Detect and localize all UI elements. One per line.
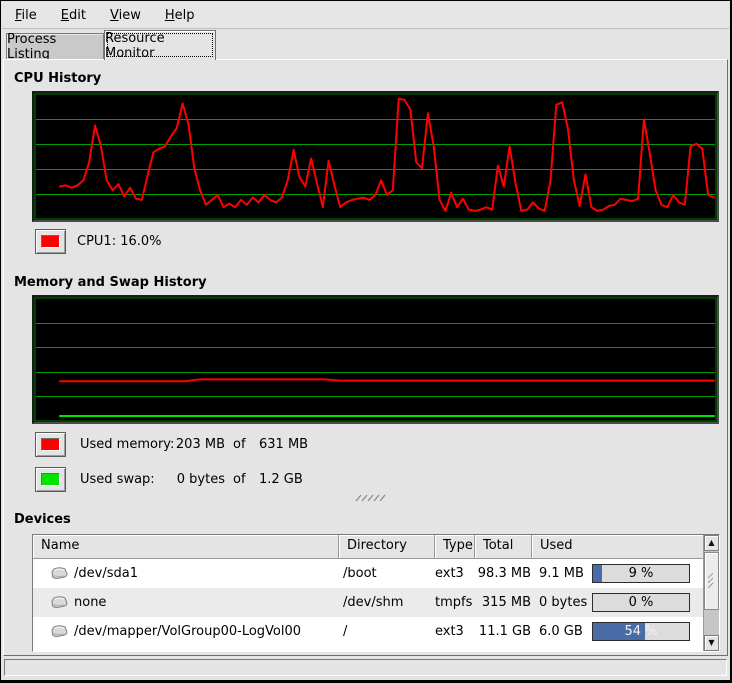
device-name: /dev/mapper/VolGroup00-LogVol00 bbox=[74, 624, 301, 639]
column-header-total[interactable]: Total bbox=[475, 535, 532, 559]
menu-label-rest: iew bbox=[119, 8, 141, 23]
usage-progress-bar: 9 % bbox=[592, 564, 690, 583]
used-memory-total: 631 MB bbox=[259, 432, 308, 457]
device-used-cell: 0 bytes0 % bbox=[532, 593, 703, 612]
cpu1-color-button[interactable] bbox=[35, 229, 66, 254]
tab-process-listing-label: Process Listing bbox=[7, 32, 103, 62]
device-used-cell: 9.1 MB9 % bbox=[532, 564, 703, 583]
device-name: none bbox=[74, 595, 106, 610]
cpu-history-title: CPU History bbox=[14, 71, 101, 86]
menu-mnemonic: H bbox=[165, 8, 175, 23]
device-type: ext3 bbox=[435, 624, 475, 639]
column-header-used[interactable]: Used bbox=[532, 535, 719, 559]
system-monitor-window: File Edit View Help Process Listing Resourc… bbox=[0, 0, 732, 683]
device-total: 11.1 GB bbox=[475, 624, 532, 639]
memory-swap-graph bbox=[32, 295, 719, 424]
tab-process-listing[interactable]: Process Listing bbox=[6, 33, 104, 59]
tab-bar: Process Listing Resource Monitor bbox=[3, 30, 728, 59]
scrollbar-up-button[interactable]: ▲ bbox=[704, 535, 719, 551]
usage-percent-label: 54 % bbox=[593, 623, 689, 640]
device-total: 98.3 MB bbox=[475, 566, 532, 581]
devices-scrollbar[interactable]: ▲ ▼ bbox=[703, 535, 719, 651]
memory-swap-chart bbox=[34, 297, 717, 422]
device-used-cell: 6.0 GB54 % bbox=[532, 622, 703, 641]
menu-bar: File Edit View Help bbox=[2, 2, 729, 29]
disk-drive-icon bbox=[51, 625, 68, 638]
used-swap-color-button[interactable] bbox=[35, 467, 66, 492]
cpu-history-graph bbox=[32, 91, 719, 222]
column-header-name[interactable]: Name bbox=[33, 535, 339, 559]
thumb-grip-icon bbox=[707, 573, 716, 589]
device-type: tmpfs bbox=[435, 595, 475, 610]
device-used-value: 6.0 GB bbox=[532, 624, 592, 639]
grip-lines-icon bbox=[355, 492, 387, 503]
device-name-cell: /dev/mapper/VolGroup00-LogVol00 bbox=[33, 624, 339, 639]
usage-percent-label: 9 % bbox=[593, 565, 689, 582]
pane-resize-grip[interactable] bbox=[355, 492, 387, 503]
device-used-value: 0 bytes bbox=[532, 595, 592, 610]
used-swap-color-swatch bbox=[41, 473, 60, 486]
menu-label-rest: dit bbox=[69, 8, 86, 23]
device-name: /dev/sda1 bbox=[74, 566, 138, 581]
scrollbar-thumb[interactable] bbox=[704, 552, 719, 610]
scrollbar-trough[interactable] bbox=[704, 611, 719, 634]
table-row[interactable]: none/dev/shmtmpfs315 MB0 bytes0 % bbox=[33, 588, 703, 617]
devices-table-header: Name Directory Type Total Used bbox=[33, 535, 719, 559]
column-header-directory[interactable]: Directory bbox=[339, 535, 435, 559]
menu-item-view[interactable]: View bbox=[101, 4, 150, 27]
used-memory-color-button[interactable] bbox=[35, 432, 66, 457]
used-swap-value: 0 bytes bbox=[135, 467, 225, 492]
device-type: ext3 bbox=[435, 566, 475, 581]
menu-mnemonic: V bbox=[110, 8, 119, 23]
device-directory: /dev/shm bbox=[339, 595, 435, 610]
usage-progress-bar: 54 % bbox=[592, 622, 690, 641]
menu-item-edit[interactable]: Edit bbox=[52, 4, 95, 27]
menu-mnemonic: E bbox=[61, 8, 69, 23]
scroll-up-icon: ▲ bbox=[708, 539, 714, 547]
used-swap-of: of bbox=[233, 467, 246, 492]
tab-resource-monitor-label: Resource Monitor bbox=[105, 31, 215, 61]
status-bar bbox=[4, 659, 727, 676]
devices-table-body: /dev/sda1/bootext398.3 MB9.1 MB9 % none/… bbox=[33, 559, 703, 651]
devices-title: Devices bbox=[14, 512, 71, 527]
disk-drive-icon bbox=[51, 567, 68, 580]
menu-item-help[interactable]: Help bbox=[156, 4, 204, 27]
device-name-cell: none bbox=[33, 595, 339, 610]
usage-progress-bar: 0 % bbox=[592, 593, 690, 612]
column-header-type[interactable]: Type bbox=[435, 535, 475, 559]
devices-table: Name Directory Type Total Used /dev/sda1… bbox=[32, 534, 720, 652]
device-directory: / bbox=[339, 624, 435, 639]
menu-item-file[interactable]: File bbox=[6, 4, 46, 27]
tab-resource-monitor[interactable]: Resource Monitor bbox=[104, 30, 216, 60]
device-used-value: 9.1 MB bbox=[532, 566, 592, 581]
disk-drive-icon bbox=[51, 596, 68, 609]
scrollbar-down-button[interactable]: ▼ bbox=[704, 635, 719, 651]
table-row[interactable]: /dev/sda1/bootext398.3 MB9.1 MB9 % bbox=[33, 559, 703, 588]
device-directory: /boot bbox=[339, 566, 435, 581]
table-row[interactable]: /dev/mapper/VolGroup00-LogVol00 /ext311.1… bbox=[33, 617, 703, 646]
used-memory-color-swatch bbox=[41, 438, 60, 451]
cpu-history-chart bbox=[34, 93, 717, 220]
menu-label-rest: elp bbox=[175, 8, 195, 23]
device-name-cell: /dev/sda1 bbox=[33, 566, 339, 581]
scroll-down-icon: ▼ bbox=[708, 639, 714, 647]
resource-monitor-page: CPU History CPU1: 16.0% Memory and Swap … bbox=[3, 59, 728, 656]
used-memory-of: of bbox=[233, 432, 246, 457]
cpu1-legend-label: CPU1: 16.0% bbox=[77, 229, 162, 254]
used-swap-total: 1.2 GB bbox=[259, 467, 303, 492]
menu-label-rest: ile bbox=[22, 8, 37, 23]
device-total: 315 MB bbox=[475, 595, 532, 610]
cpu1-color-swatch bbox=[41, 235, 60, 248]
used-memory-value: 203 MB bbox=[135, 432, 225, 457]
memory-history-title: Memory and Swap History bbox=[14, 275, 207, 290]
usage-percent-label: 0 % bbox=[593, 594, 689, 611]
